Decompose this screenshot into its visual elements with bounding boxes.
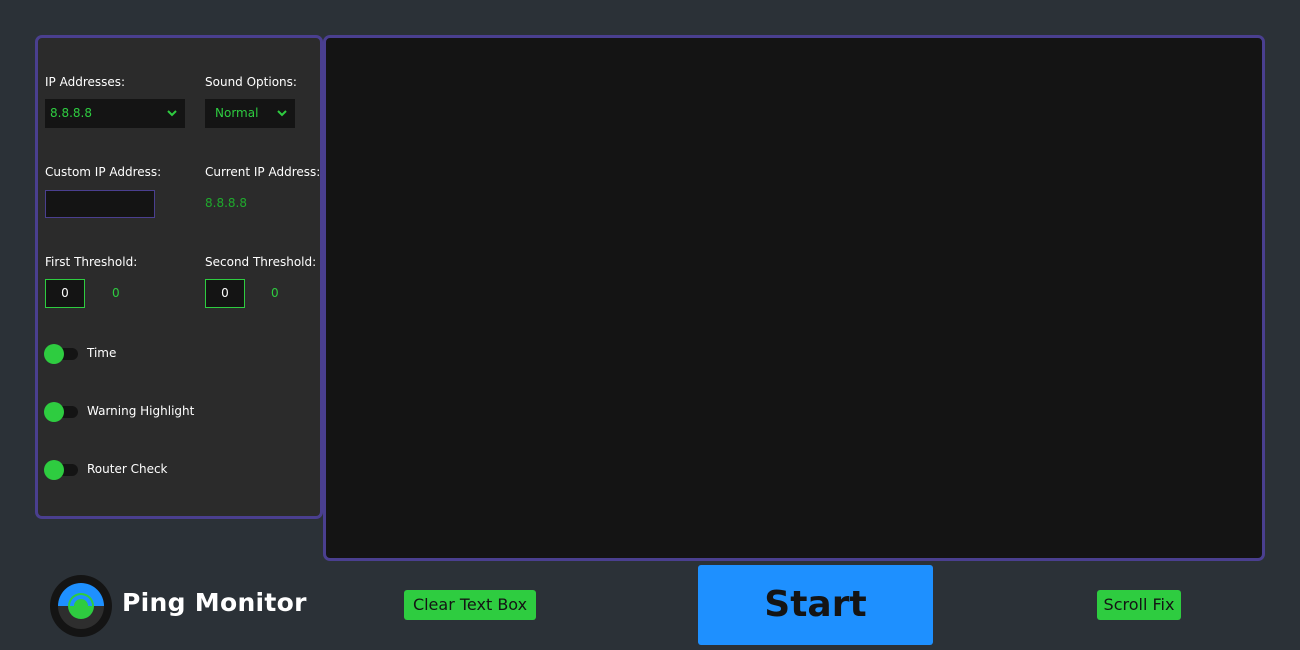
output-text-box[interactable]: [323, 35, 1265, 561]
router-check-toggle[interactable]: [44, 460, 80, 480]
second-threshold-label: Second Threshold:: [205, 255, 317, 269]
start-button[interactable]: Start: [698, 565, 933, 645]
toggle-knob: [44, 460, 64, 480]
time-toggle-label: Time: [87, 346, 117, 360]
first-threshold-value: 0: [112, 286, 120, 300]
custom-ip-label: Custom IP Address:: [45, 165, 162, 179]
ip-addresses-label: IP Addresses:: [45, 75, 126, 89]
current-ip-value: 8.8.8.8: [205, 196, 247, 210]
first-threshold-input[interactable]: 0: [45, 279, 85, 308]
ip-addresses-value: 8.8.8.8: [50, 106, 92, 120]
router-check-toggle-label: Router Check: [87, 462, 168, 476]
chevron-down-icon: [275, 99, 289, 128]
time-toggle[interactable]: [44, 344, 80, 364]
ping-monitor-logo-icon: [50, 575, 112, 637]
toggle-knob: [44, 344, 64, 364]
clear-text-box-button[interactable]: Clear Text Box: [404, 590, 536, 620]
ip-addresses-select[interactable]: 8.8.8.8: [45, 99, 185, 128]
second-threshold-input[interactable]: 0: [205, 279, 245, 308]
sound-options-select[interactable]: Normal: [205, 99, 295, 128]
sound-options-value: Normal: [215, 106, 259, 120]
sound-options-label: Sound Options:: [205, 75, 297, 89]
warning-highlight-toggle[interactable]: [44, 402, 80, 422]
first-threshold-label: First Threshold:: [45, 255, 138, 269]
second-threshold-value: 0: [271, 286, 279, 300]
app-title: Ping Monitor: [122, 588, 307, 617]
chevron-down-icon: [165, 99, 179, 128]
toggle-knob: [44, 402, 64, 422]
warning-highlight-toggle-label: Warning Highlight: [87, 404, 195, 418]
scroll-fix-button[interactable]: Scroll Fix: [1097, 590, 1181, 620]
current-ip-label: Current IP Address:: [205, 165, 321, 179]
custom-ip-input[interactable]: [45, 190, 155, 218]
